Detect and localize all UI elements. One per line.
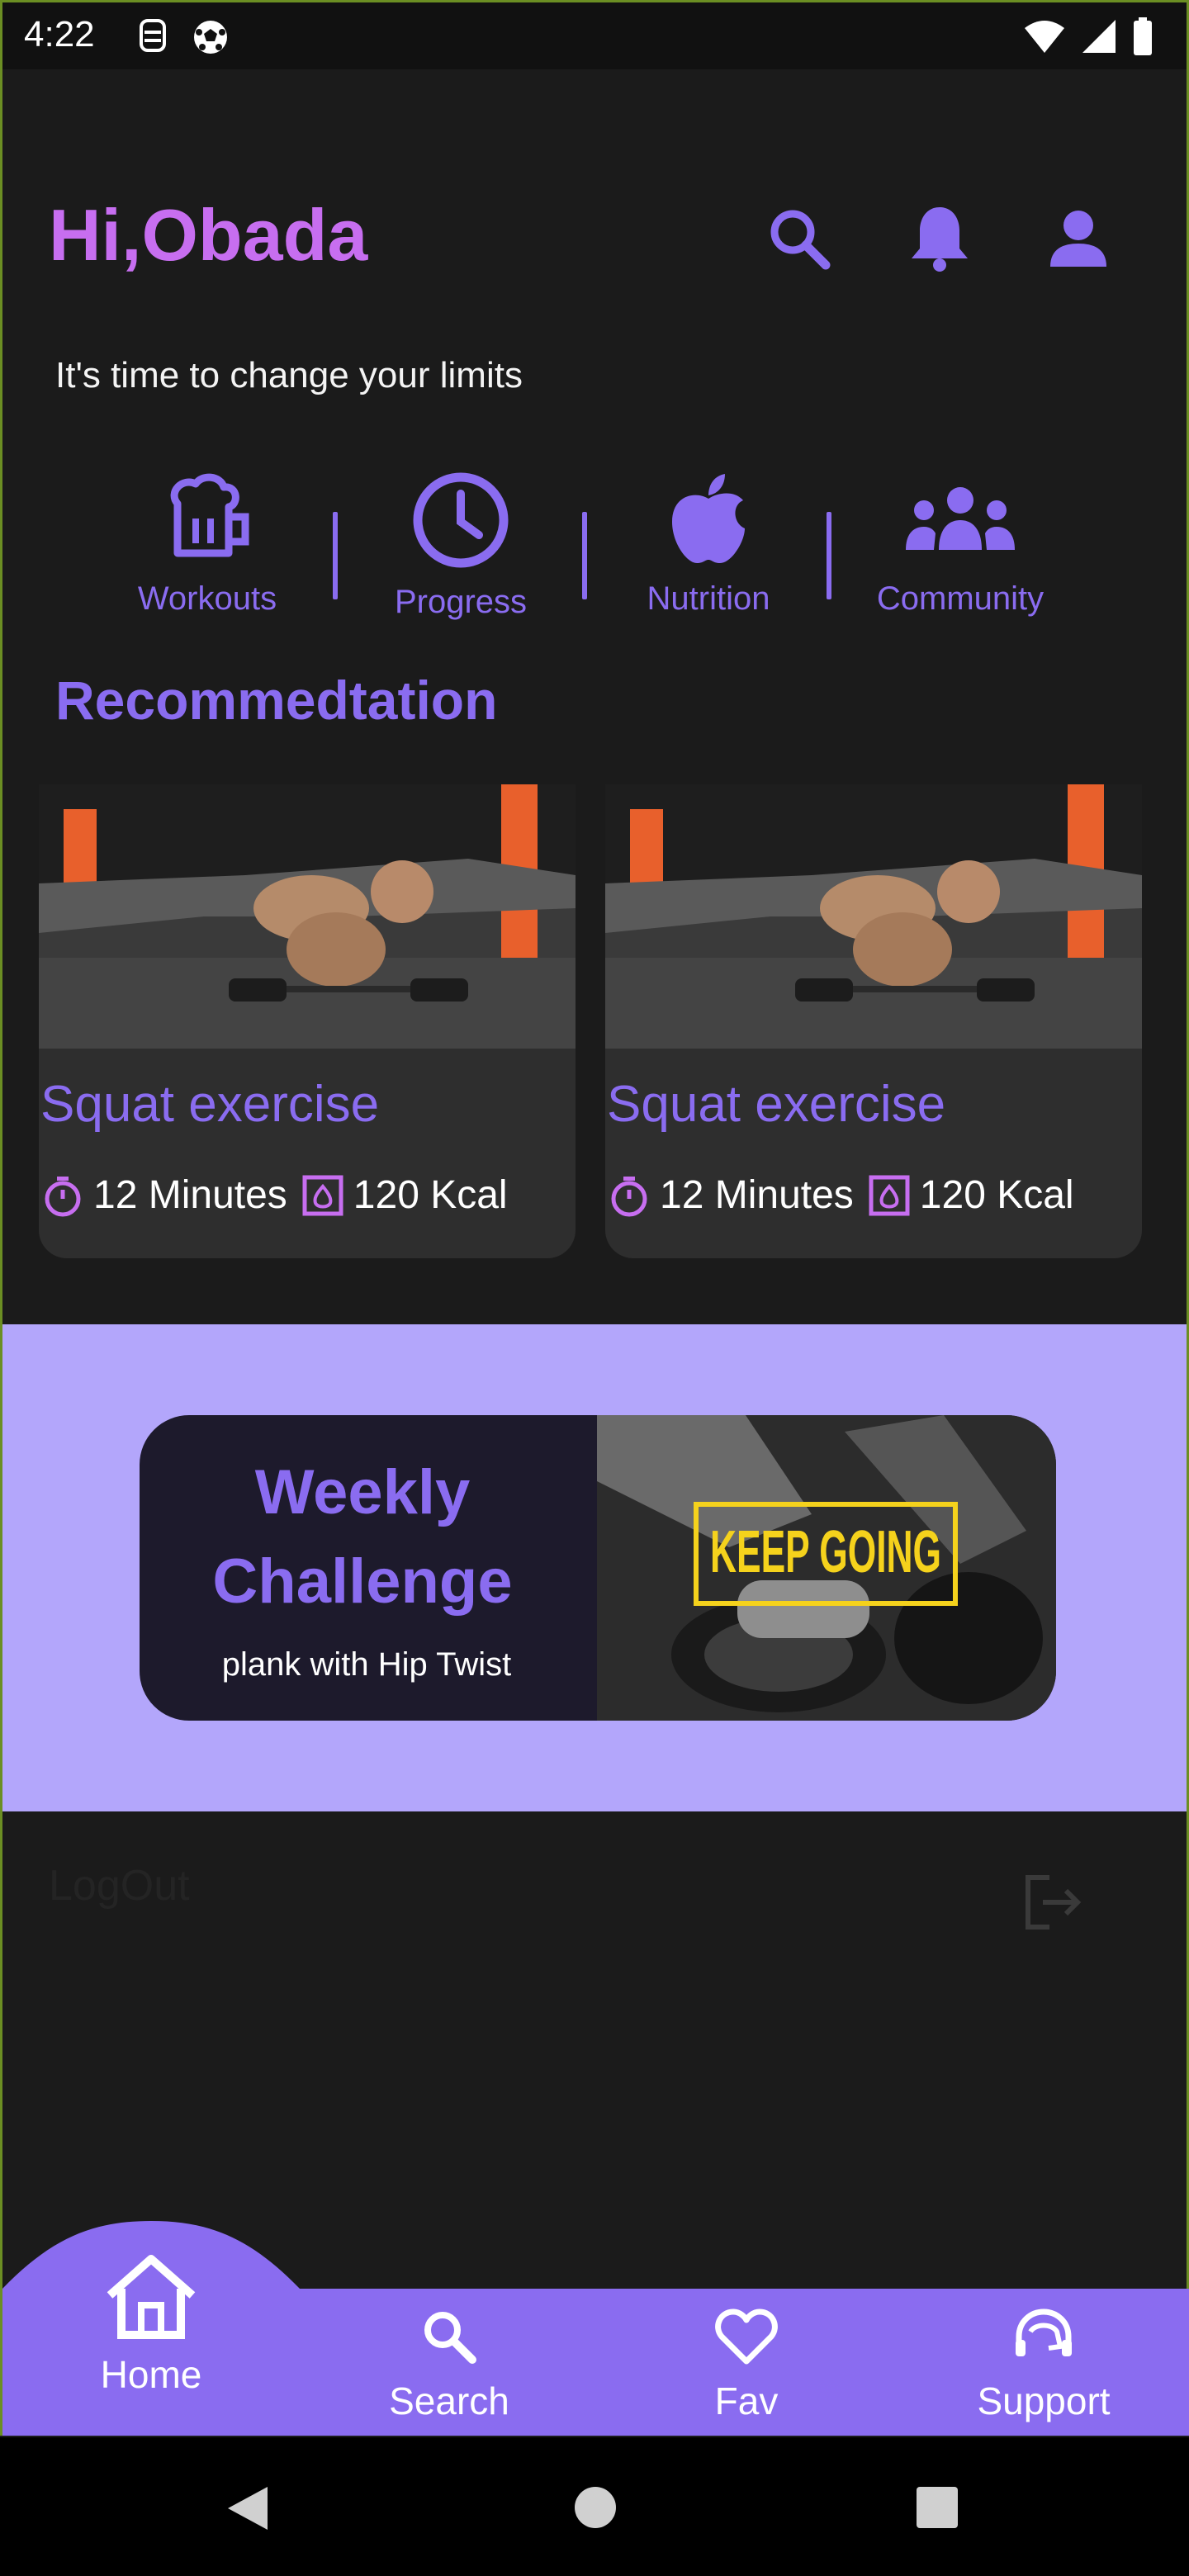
divider [582,512,587,599]
home-icon [102,2254,201,2344]
nav-home[interactable]: Home [48,2254,254,2397]
challenge-title-line2: Challenge [212,1546,513,1617]
category-label: Workouts [137,580,277,617]
challenge-photo: KEEP GOING [597,1415,1056,1721]
timer-icon [40,1173,85,1218]
soccer-ball-icon [191,17,230,61]
wifi-icon [1023,18,1066,59]
category-community[interactable]: Community [853,471,1068,618]
divider [827,512,831,599]
nav-search[interactable]: Search [346,2307,552,2423]
category-label: Community [876,580,1045,617]
clock-icon [411,471,510,574]
nav-label: Fav [714,2379,779,2422]
search-icon [419,2307,479,2370]
category-nutrition[interactable]: Nutrition [622,471,795,618]
back-icon[interactable] [225,2484,271,2537]
category-progress[interactable]: Progress [374,471,547,621]
nav-label: Support [977,2379,1111,2422]
greeting: Hi,Obada [49,194,368,276]
workout-photo [39,784,576,1049]
workout-photo [605,784,1142,1049]
group-icon [902,471,1018,571]
search-icon[interactable] [762,201,836,276]
sim-icon [136,17,173,61]
category-label: Progress [394,584,528,620]
calories: 120 Kcal [353,1173,508,1217]
duration: 12 Minutes [93,1173,287,1217]
status-time: 4:22 [24,14,95,54]
bottom-nav: Home Search Fav Support [2,2221,1189,2436]
heart-icon [715,2307,778,2370]
challenge-title: Weekly Challenge [173,1448,552,1627]
card-title: Squat exercise [40,1076,380,1133]
category-workouts[interactable]: Workouts [126,471,288,618]
recents-icon[interactable] [915,2485,959,2534]
system-nav-bar [0,2437,1189,2576]
weekly-challenge-card[interactable]: Weekly Challenge plank with Hip Twist KE… [140,1415,1056,1721]
nav-label: Search [389,2379,509,2422]
category-row: Workouts Progress Nutrition Community [126,471,1084,636]
headset-icon [1012,2307,1075,2370]
category-label: Nutrition [647,580,770,617]
home-circle-icon[interactable] [573,2485,618,2534]
battery-icon [1132,17,1153,59]
calories-icon [867,1173,912,1218]
app-frame: 4:22 Hi,Obada It's time to change your l… [0,0,1189,2576]
nav-fav[interactable]: Fav [643,2307,850,2423]
logout-label[interactable]: LogOut [49,1861,190,1911]
challenge-image-text: KEEP GOING [710,1519,941,1585]
profile-icon[interactable] [1041,201,1116,276]
section-title: Recommedtation [55,670,498,731]
challenge-title-line1: Weekly [254,1457,471,1527]
bell-icon[interactable] [902,201,977,276]
recommendation-card[interactable]: Squat exercise 12 Minutes 120 Kcal [605,784,1142,1258]
challenge-subtitle: plank with Hip Twist [221,1646,512,1683]
calories: 120 Kcal [919,1173,1074,1217]
status-bar: 4:22 [0,0,1189,69]
home-screen: Hi,Obada It's time to change your limits… [0,69,1189,2436]
nav-label: Home [100,2353,202,2396]
timer-icon [607,1173,651,1218]
signal-icon [1081,18,1117,59]
apple-icon [661,471,756,571]
beer-mug-icon [159,471,255,571]
calories-icon [301,1173,345,1218]
duration: 12 Minutes [660,1173,854,1217]
card-meta: 12 Minutes 120 Kcal [607,1172,1074,1218]
divider [333,512,338,599]
card-meta: 12 Minutes 120 Kcal [40,1172,508,1218]
recommendation-card[interactable]: Squat exercise 12 Minutes 120 Kcal [39,784,576,1258]
card-title: Squat exercise [607,1076,946,1133]
nav-support[interactable]: Support [940,2307,1147,2423]
tagline: It's time to change your limits [55,355,523,395]
logout-icon[interactable] [1020,1869,1086,1935]
